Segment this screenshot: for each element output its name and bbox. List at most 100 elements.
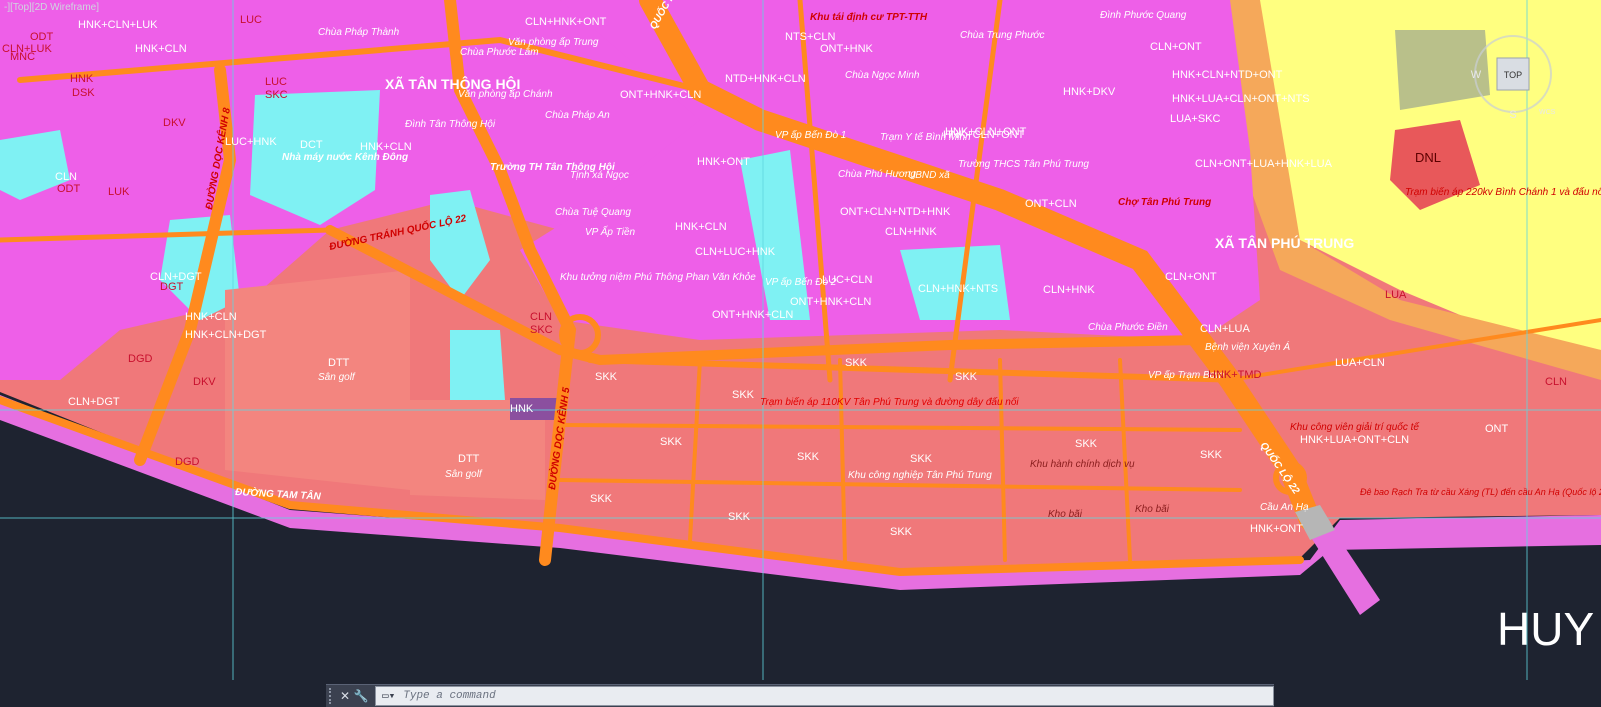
zone-label: CLN+HNK+NTS xyxy=(918,283,998,295)
zone-label: LUA+SKC xyxy=(1170,113,1220,125)
place-label: UBND xã xyxy=(908,170,950,181)
zone-label: HNK+CLN+NTD+ONT xyxy=(1172,69,1283,81)
zone-label: DGD xyxy=(175,456,200,468)
zone-label: SKK xyxy=(797,451,820,463)
zone-label: CLN+DGT xyxy=(150,271,202,283)
zone-label: LUC+HNK xyxy=(225,136,277,148)
zone-label: SKK xyxy=(1200,449,1223,461)
wcs-label[interactable]: WCS xyxy=(1539,109,1556,116)
command-placeholder: Type a command xyxy=(403,690,496,702)
command-line-bar: ✕ 🔧 ▭▾ Type a command xyxy=(326,684,1274,707)
zone-label: CLN+DGT xyxy=(68,396,120,408)
zone-label: HNK+CLN+DGT xyxy=(185,329,267,341)
zone-label: SKK xyxy=(660,436,683,448)
zone-label: DSK xyxy=(72,87,95,99)
viewcube[interactable]: TOP W S WCS xyxy=(1467,28,1559,120)
close-icon[interactable]: ✕ xyxy=(337,689,353,703)
zone-label: ONT+CLN xyxy=(1025,198,1077,210)
zone-label: HNK+TMD xyxy=(1208,369,1262,381)
zone-label: CLN+HNK xyxy=(885,226,937,238)
zone-label: HNK xyxy=(70,73,94,85)
place-label: Chùa Ngọc Minh xyxy=(845,70,920,81)
viewport-controls-label[interactable]: -][Top][2D Wireframe] xyxy=(4,2,99,13)
place-label: Văn phòng ấp Trung xyxy=(508,36,599,48)
place-label: Trạm biến áp 110KV Tân Phú Trung và đườn… xyxy=(760,396,1019,408)
zone-label: LUC+CLN xyxy=(822,274,872,286)
wrench-icon[interactable]: 🔧 xyxy=(353,689,369,703)
zone-label: ONT+HNK+CLN xyxy=(790,296,871,308)
place-label: Chùa Pháp Thành xyxy=(318,27,400,38)
place-label: Sân golf xyxy=(318,372,356,383)
zone-label: ONT+HNK+CLN xyxy=(620,89,701,101)
zone-label: CLN+LUC+HNK xyxy=(695,246,776,258)
place-label: Khu công viên giải trí quốc tế xyxy=(1290,421,1420,433)
place-label: Bệnh viện Xuyên Á xyxy=(1205,340,1290,353)
commune-label: XÃ TÂN PHÚ TRUNG xyxy=(1215,234,1354,251)
cad-viewport[interactable]: XÃ TÂN THÔNG HỘI XÃ TÂN PHÚ TRUNG ĐƯỜNG … xyxy=(0,0,1601,707)
zone-label: DKV xyxy=(193,376,216,388)
zone-label: HNK+LUA+ONT+CLN xyxy=(1300,434,1409,446)
zone-label: LUC xyxy=(240,14,262,26)
place-label: Chợ Tân Phú Trung xyxy=(1118,197,1211,208)
zone-label: SKK xyxy=(910,453,933,465)
viewcube-top-label: TOP xyxy=(1504,70,1522,80)
zone-label: MNC xyxy=(10,51,35,63)
zone-label: SKK xyxy=(595,371,618,383)
zone-label: HNK xyxy=(510,403,534,415)
zone-label: HNK+CLN+LUK xyxy=(78,19,158,31)
zone-label: DCT xyxy=(300,139,323,151)
viewcube-south-label[interactable]: S xyxy=(1509,109,1516,120)
zone-label: DTT xyxy=(328,357,350,369)
place-label: Khu tưởng niệm Phú Thông Phan Văn Khỏe xyxy=(560,271,756,283)
zone-label: LUA xyxy=(1385,289,1407,301)
place-label: Cầu An Hạ xyxy=(1260,501,1309,513)
zone-label: CLN+HNK+ONT xyxy=(525,16,607,28)
place-label: Chùa Phú Hương xyxy=(838,169,916,180)
place-label: Khu tái định cư TPT-TTH xyxy=(810,12,928,23)
zone-label: SKK xyxy=(845,357,868,369)
place-label: Chùa Phước Điền xyxy=(1088,321,1168,333)
place-label: Đình Tân Thông Hội xyxy=(405,119,496,130)
zone-label: DGD xyxy=(128,353,153,365)
zone-label: CLN+ONT xyxy=(1150,41,1202,53)
zone-label: SKC xyxy=(530,324,553,336)
zone-label: HNK+ONT xyxy=(697,156,750,168)
zone-label: HNK+DKV xyxy=(1063,86,1116,98)
command-input[interactable]: ▭▾ Type a command xyxy=(375,686,1274,706)
place-label: Chùa Trung Phước xyxy=(960,30,1044,41)
drag-handle[interactable] xyxy=(329,688,337,704)
place-label: Sân golf xyxy=(445,469,483,480)
zone-label: HNK+CLN xyxy=(360,141,412,153)
zone-label: HNK+CLN+ONT xyxy=(945,126,1027,138)
viewcube-west-label[interactable]: W xyxy=(1471,69,1482,81)
zone-label: ONT+HNK+CLN xyxy=(712,309,793,321)
zone-label: SKK xyxy=(732,389,755,401)
zone-label: DNL xyxy=(1415,150,1441,165)
zone-label: HNK+ONT xyxy=(1250,523,1303,535)
zone-label: NTD+HNK+CLN xyxy=(725,73,806,85)
zone-label: HNK+CLN xyxy=(675,221,727,233)
zone-label: SKK xyxy=(590,493,613,505)
zone-label: ONT xyxy=(1485,423,1509,435)
zone-label: ODT xyxy=(30,31,54,43)
place-label: VP ấp Bến Đò 1 xyxy=(775,129,846,141)
zone-label: CLN xyxy=(55,171,77,183)
place-label: Trường THCS Tân Phú Trung xyxy=(958,159,1089,170)
zone-label: LUK xyxy=(108,186,130,198)
zone-label: LUA+CLN xyxy=(1335,357,1385,369)
zone-label: CLN xyxy=(530,311,552,323)
command-history-icon[interactable]: ▭▾ xyxy=(382,689,395,703)
zone-label: CLN xyxy=(1545,376,1567,388)
district-label: HUY xyxy=(1497,603,1594,655)
place-label: Chùa Tuệ Quang xyxy=(555,207,631,218)
zone-label: SKK xyxy=(728,511,751,523)
place-label: Khu công nghiệp Tân Phú Trung xyxy=(848,470,992,481)
zone-label: DTT xyxy=(458,453,480,465)
zone-label: CLN+ONT+LUA+HNK+LUA xyxy=(1195,158,1333,170)
zone-label: ONT+CLN+NTD+HNK xyxy=(840,206,951,218)
zone-label: SKK xyxy=(955,371,978,383)
place-label: Khu hành chính dịch vụ xyxy=(1030,459,1135,470)
land-use-map[interactable]: XÃ TÂN THÔNG HỘI XÃ TÂN PHÚ TRUNG ĐƯỜNG … xyxy=(0,0,1601,707)
zone-label: ODT xyxy=(57,183,81,195)
zone-label: CLN+HNK xyxy=(1043,284,1095,296)
